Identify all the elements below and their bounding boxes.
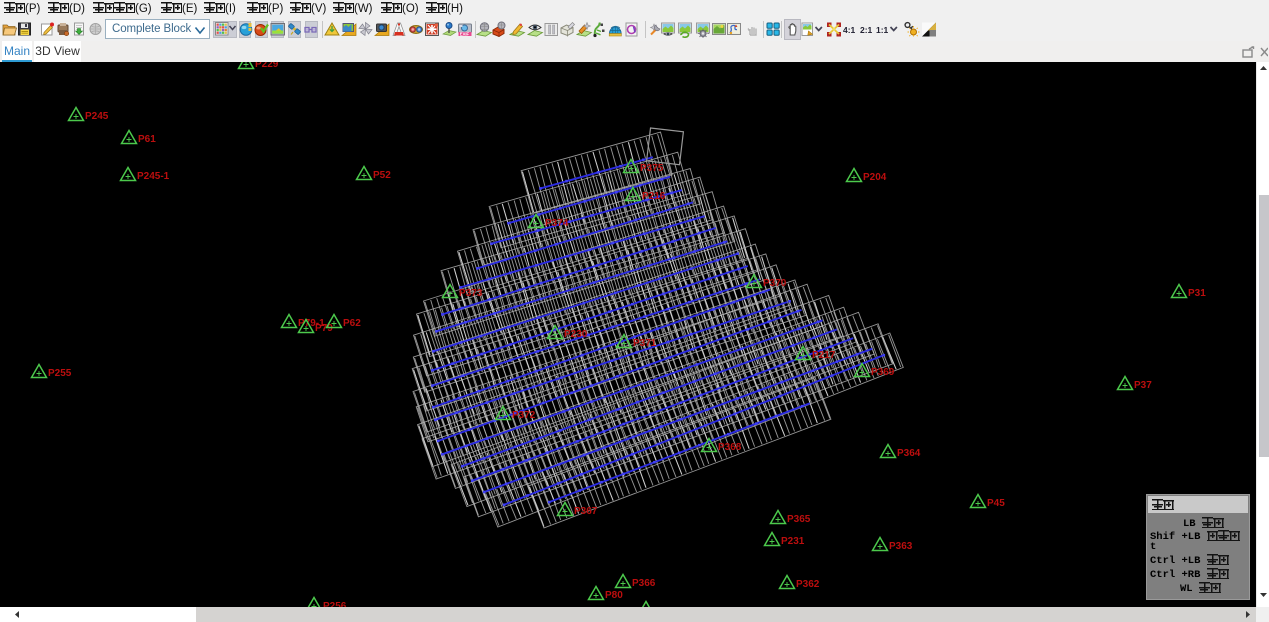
svg-text:P245-1: P245-1 [137,171,170,182]
svg-text:P372: P372 [512,410,536,421]
svg-text:P371: P371 [633,338,657,349]
svg-text:P216: P216 [642,191,666,202]
svg-text:P230: P230 [564,329,588,340]
svg-text:P373: P373 [459,288,483,299]
svg-text:P370: P370 [763,278,787,289]
svg-text:P52: P52 [373,170,391,181]
svg-text:EXIF: EXIF [460,32,470,37]
svg-text:P369: P369 [871,367,895,378]
svg-text:P365: P365 [787,514,811,525]
svg-text:P368: P368 [718,442,742,453]
svg-text:P375: P375 [640,163,664,174]
svg-text:P37: P37 [1134,380,1152,391]
svg-text:P255: P255 [48,368,72,379]
svg-text:P79: P79 [315,323,333,334]
svg-text:P231: P231 [781,536,805,547]
svg-text:P217: P217 [812,350,836,361]
svg-text:P229: P229 [255,62,279,70]
svg-text:P61: P61 [138,134,156,145]
svg-text:P367: P367 [574,506,598,517]
svg-text:P204: P204 [863,172,887,183]
svg-text:P362: P362 [796,579,820,590]
svg-text:P62: P62 [343,318,361,329]
svg-text:P364: P364 [897,448,921,459]
svg-text:P374: P374 [545,218,569,229]
svg-text:P45: P45 [987,498,1005,509]
svg-text:P363: P363 [889,541,913,552]
svg-text:P31: P31 [1188,288,1206,299]
svg-text:P245: P245 [85,111,109,122]
svg-text:P366: P366 [632,578,656,589]
svg-text:P80: P80 [605,590,623,601]
